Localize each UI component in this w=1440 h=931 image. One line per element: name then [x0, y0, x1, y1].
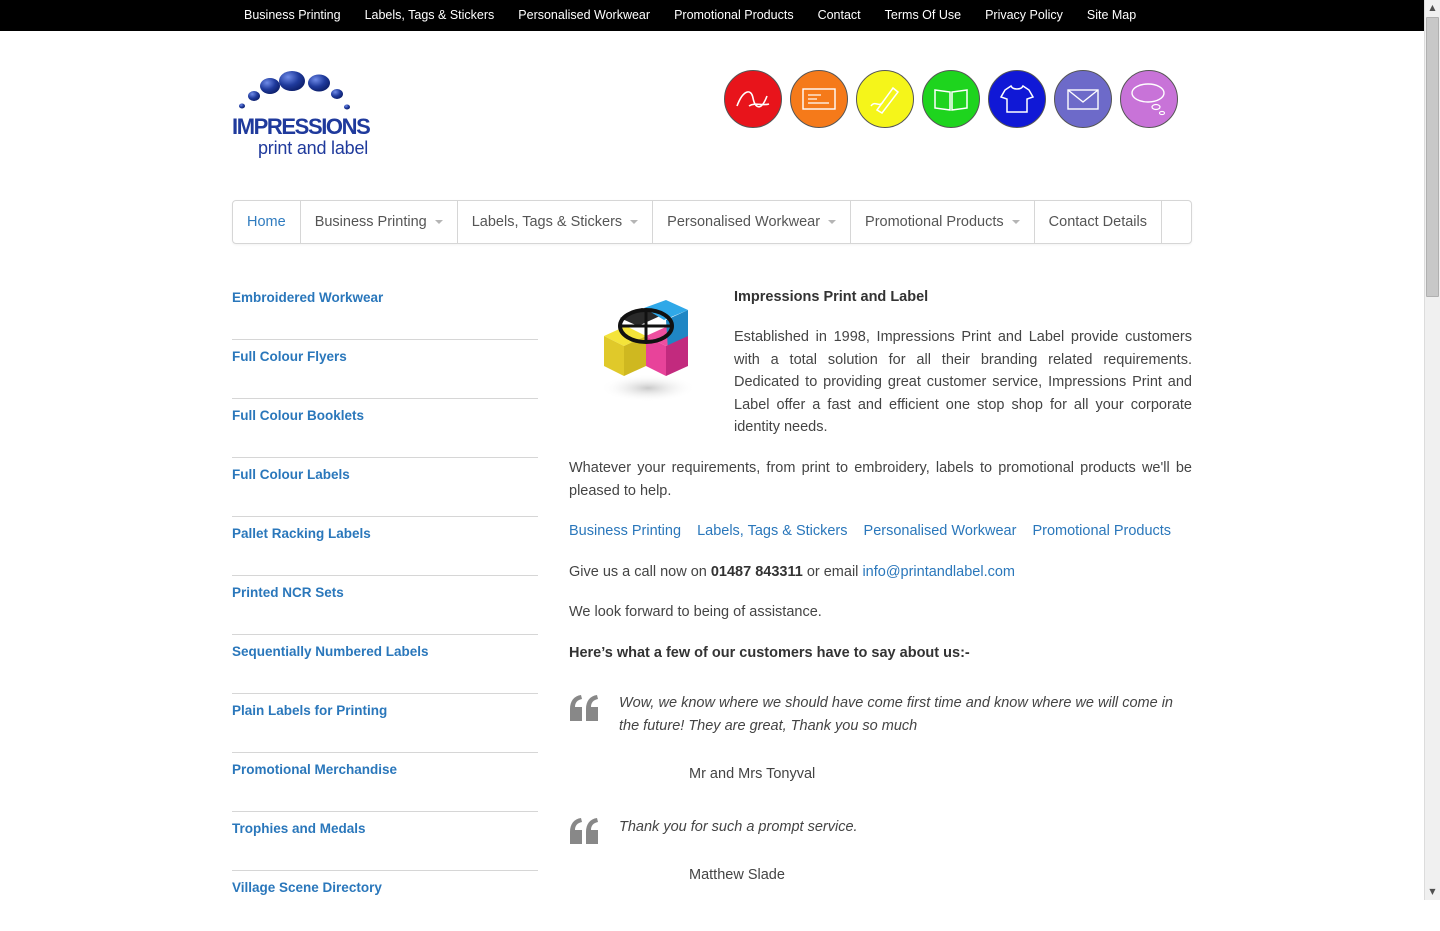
quote-icon — [570, 818, 598, 844]
requirements-paragraph: Whatever your requirements, from print t… — [569, 460, 1192, 499]
sidebar-item: Full Colour Flyers — [232, 341, 538, 399]
nav-home[interactable]: Home — [233, 201, 301, 243]
top-link-contact[interactable]: Contact — [806, 0, 873, 31]
testimonial-text: Wow, we know where we should have come f… — [619, 695, 1173, 734]
testimonials-heading-text: Here’s what a few of our customers have … — [569, 645, 970, 661]
service-link-business-printing[interactable]: Business Printing — [569, 523, 681, 539]
category-icons — [724, 70, 1178, 128]
sidebar-link-sequentially-numbered-labels[interactable]: Sequentially Numbered Labels — [232, 644, 429, 659]
quote-icon — [570, 695, 598, 721]
nav-workwear[interactable]: Personalised Workwear — [653, 201, 852, 243]
caret-down-icon — [1011, 220, 1020, 224]
service-links: Business Printing Labels, Tags & Sticker… — [569, 520, 1192, 543]
main-nav: Home Business Printing Labels, Tags & St… — [232, 200, 1192, 244]
sidebar-item: Sequentially Numbered Labels — [232, 636, 538, 694]
nav-promotional[interactable]: Promotional Products — [851, 201, 1035, 243]
sidebar-item: Plain Labels for Printing — [232, 695, 538, 753]
caret-down-icon — [828, 220, 837, 224]
sidebar-link-pallet-racking-labels[interactable]: Pallet Racking Labels — [232, 526, 371, 541]
call-prefix: Give us a call now on — [569, 564, 711, 580]
testimonial-text: Thank you for such a prompt service. — [619, 819, 858, 835]
top-link-labels[interactable]: Labels, Tags & Stickers — [353, 0, 507, 31]
sidebar-item: Pallet Racking Labels — [232, 518, 538, 576]
sidebar-link-plain-labels[interactable]: Plain Labels for Printing — [232, 703, 387, 718]
testimonial-author: Mr and Mrs Tonyval — [689, 766, 816, 782]
cmyk-cubes-image — [600, 300, 696, 402]
top-link-promotional[interactable]: Promotional Products — [662, 0, 806, 31]
top-link-privacy[interactable]: Privacy Policy — [973, 0, 1075, 31]
site-logo[interactable]: IMPRESSIONS print and label — [232, 70, 412, 162]
speech-bubble-icon[interactable] — [1120, 70, 1178, 128]
nav-business-printing[interactable]: Business Printing — [301, 201, 458, 243]
scroll-down-arrow-icon[interactable]: ▼ — [1425, 884, 1440, 900]
sidebar: Embroidered Workwear Full Colour Flyers … — [232, 282, 538, 931]
sidebar-link-promotional-merchandise[interactable]: Promotional Merchandise — [232, 762, 397, 777]
scroll-up-arrow-icon[interactable]: ▲ — [1425, 0, 1440, 16]
intro-paragraph: Established in 1998, Impressions Print a… — [734, 329, 1192, 435]
business-card-icon[interactable] — [790, 70, 848, 128]
look-forward-line: We look forward to being of assistance. — [569, 601, 1192, 624]
call-mid: or email — [802, 564, 863, 580]
sidebar-link-village-scene-directory[interactable]: Village Scene Directory — [232, 880, 382, 895]
nav-workwear-label: Personalised Workwear — [667, 214, 821, 230]
caret-down-icon — [630, 220, 639, 224]
sidebar-link-embroidered-workwear[interactable]: Embroidered Workwear — [232, 290, 383, 305]
marker-pen-icon[interactable] — [856, 70, 914, 128]
scrollbar-thumb[interactable] — [1426, 17, 1439, 297]
nav-labels-label: Labels, Tags & Stickers — [471, 214, 623, 230]
testimonials-heading: Here’s what a few of our customers have … — [569, 642, 1192, 665]
sidebar-item: Village Scene Directory — [232, 872, 538, 930]
nav-contact-details-label: Contact Details — [1048, 214, 1147, 230]
sidebar-link-full-colour-labels[interactable]: Full Colour Labels — [232, 467, 350, 482]
service-link-workwear[interactable]: Personalised Workwear — [864, 523, 1017, 539]
nav-home-label: Home — [247, 214, 286, 230]
sidebar-item: Printed NCR Sets — [232, 577, 538, 635]
testimonial-author: Matthew Slade — [689, 867, 785, 883]
nav-promotional-label: Promotional Products — [865, 214, 1004, 230]
phone-number: 01487 843311 — [710, 564, 803, 580]
sidebar-item: Embroidered Workwear — [232, 282, 538, 340]
logo-text-print-and-label: print and label — [258, 138, 369, 158]
sidebar-link-trophies-medals[interactable]: Trophies and Medals — [232, 821, 366, 836]
envelope-icon[interactable] — [1054, 70, 1112, 128]
tshirt-icon[interactable] — [988, 70, 1046, 128]
intro-block: Impressions Print and Label Established … — [734, 286, 1192, 439]
logo-text-impressions: IMPRESSIONS — [232, 114, 371, 139]
nav-empty-slot — [1162, 201, 1191, 243]
contact-line: Give us a call now on 01487 843311 or em… — [569, 561, 1192, 584]
nav-contact-details[interactable]: Contact Details — [1035, 201, 1162, 243]
service-link-promotional[interactable]: Promotional Products — [1032, 523, 1171, 539]
caret-down-icon — [434, 220, 443, 224]
sidebar-link-printed-ncr-sets[interactable]: Printed NCR Sets — [232, 585, 344, 600]
top-link-business-printing[interactable]: Business Printing — [232, 0, 353, 31]
top-links: Business Printing Labels, Tags & Sticker… — [232, 0, 1148, 31]
nav-labels[interactable]: Labels, Tags & Stickers — [458, 201, 654, 243]
top-bar: Business Printing Labels, Tags & Sticker… — [0, 0, 1424, 31]
open-book-icon[interactable] — [922, 70, 980, 128]
sidebar-link-full-colour-booklets[interactable]: Full Colour Booklets — [232, 408, 364, 423]
top-link-sitemap[interactable]: Site Map — [1075, 0, 1148, 31]
sidebar-link-full-colour-flyers[interactable]: Full Colour Flyers — [232, 349, 347, 364]
service-link-labels[interactable]: Labels, Tags & Stickers — [697, 523, 847, 539]
top-link-terms[interactable]: Terms Of Use — [873, 0, 973, 31]
look-forward-text: We look forward to being of assistance. — [569, 604, 822, 620]
sidebar-item: Promotional Merchandise — [232, 754, 538, 812]
sidebar-item: Trophies and Medals — [232, 813, 538, 871]
sidebar-item: Full Colour Booklets — [232, 400, 538, 458]
intro-heading: Impressions Print and Label — [734, 289, 929, 305]
vertical-scrollbar[interactable]: ▲ ▼ — [1424, 0, 1440, 900]
nav-business-printing-label: Business Printing — [314, 214, 427, 230]
top-link-workwear[interactable]: Personalised Workwear — [506, 0, 662, 31]
email-link[interactable]: info@printandlabel.com — [862, 564, 1015, 580]
sidebar-item: Full Colour Labels — [232, 459, 538, 517]
requirements-block: Whatever your requirements, from print t… — [569, 457, 1192, 502]
signature-icon[interactable] — [724, 70, 782, 128]
logo-dots-icon — [239, 71, 350, 110]
